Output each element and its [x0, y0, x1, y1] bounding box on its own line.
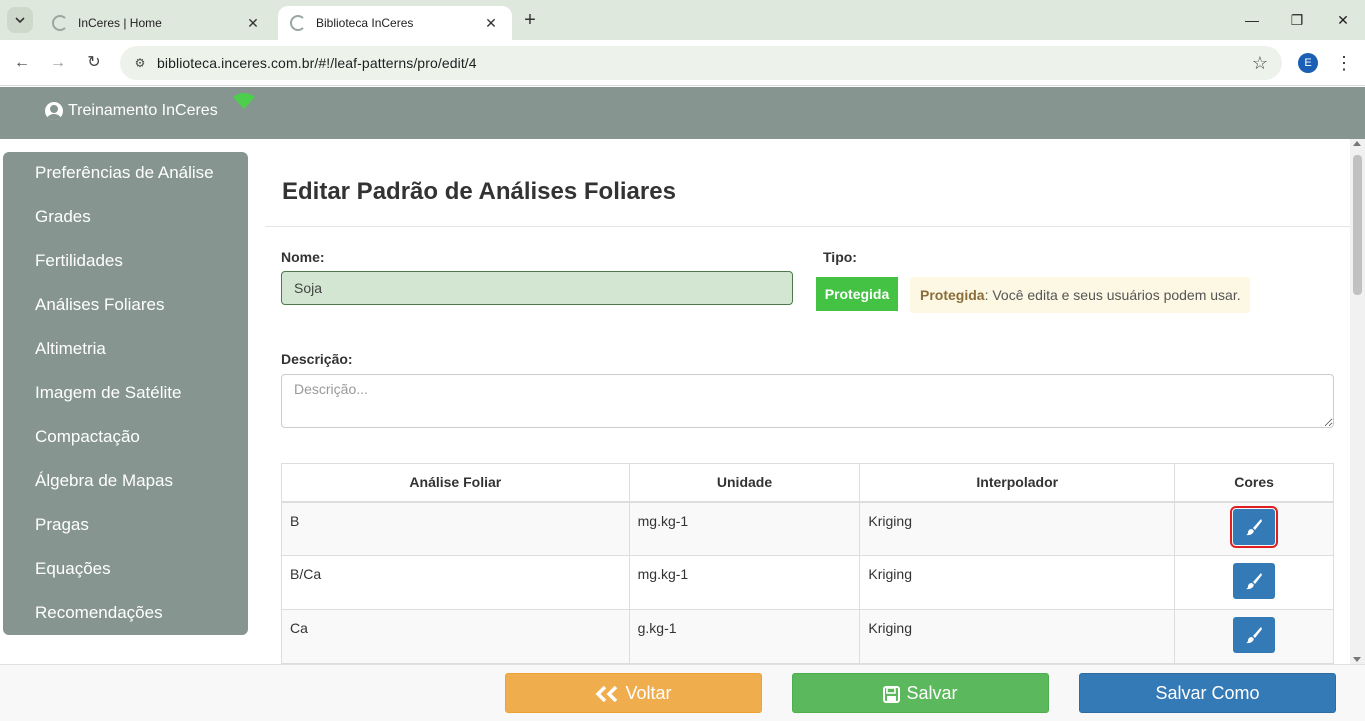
save-as-label: Salvar Como: [1155, 683, 1260, 703]
cell-cores: [1174, 501, 1334, 556]
tab-inceres-home[interactable]: InCeres | Home ✕: [40, 6, 274, 40]
cell-unidade: g.kg-1: [628, 609, 861, 664]
page-title: Editar Padrão de Análises Foliares: [282, 178, 676, 205]
page-scrollbar[interactable]: [1350, 139, 1365, 664]
header-cores: Cores: [1174, 463, 1334, 503]
save-button[interactable]: Salvar: [792, 673, 1049, 713]
sidebar-item-compactacao[interactable]: Compactação: [3, 416, 248, 460]
save-as-button[interactable]: Salvar Como: [1079, 673, 1336, 713]
floppy-icon: [883, 685, 901, 703]
sidebar-item-altimetria[interactable]: Altimetria: [3, 328, 248, 372]
address-bar-row: ← → ↻ ⚙ biblioteca.inceres.com.br/#!/lea…: [0, 40, 1365, 86]
header-interpolador: Interpolador: [859, 463, 1176, 503]
cell-cores: [1174, 555, 1334, 610]
sidebar-item-fertilidades[interactable]: Fertilidades: [3, 240, 248, 284]
colors-button[interactable]: [1233, 617, 1276, 653]
header-unidade: Unidade: [628, 463, 861, 503]
name-label: Nome:: [281, 249, 325, 265]
sidebar: Preferências de Análise Grades Fertilida…: [3, 152, 248, 635]
brush-icon: [1246, 519, 1263, 536]
restore-button[interactable]: ❐: [1285, 8, 1309, 32]
sidebar-item-imagem-satelite[interactable]: Imagem de Satélite: [3, 372, 248, 416]
back-label: Voltar: [625, 683, 672, 703]
title-divider: [265, 226, 1350, 227]
chevron-down-icon: [15, 17, 25, 23]
footer-actions: Voltar Salvar Salvar Como: [0, 664, 1365, 721]
loading-favicon-icon: [52, 15, 68, 31]
url-text[interactable]: biblioteca.inceres.com.br/#!/leaf-patter…: [157, 55, 477, 71]
type-label: Tipo:: [823, 249, 857, 265]
app-header: Treinamento InCeres: [0, 87, 1365, 139]
profile-avatar[interactable]: E: [1298, 53, 1318, 73]
tab-title: InCeres | Home: [78, 16, 162, 30]
user-menu[interactable]: Treinamento InCeres: [45, 102, 218, 120]
sidebar-item-recomendacoes[interactable]: Recomendações: [3, 592, 248, 636]
cell-analise: B/Ca: [281, 555, 630, 610]
forward-arrow-icon[interactable]: →: [47, 52, 69, 74]
table-row: B mg.kg-1 Kriging: [281, 501, 1334, 556]
sidebar-item-algebra-mapas[interactable]: Álgebra de Mapas: [3, 460, 248, 504]
description-label: Descrição:: [281, 351, 353, 367]
cell-interpolador: Kriging: [859, 555, 1176, 610]
window-close-button[interactable]: ✕: [1331, 8, 1355, 32]
brush-icon: [1246, 573, 1263, 590]
name-input[interactable]: Soja: [281, 271, 793, 305]
save-label: Salvar: [906, 683, 958, 703]
chevrons-left-icon: [596, 686, 618, 703]
reload-icon[interactable]: ↻: [83, 52, 105, 74]
site-settings-icon[interactable]: ⚙: [132, 55, 148, 71]
tab-search-button[interactable]: [7, 7, 33, 33]
user-icon: [45, 102, 63, 120]
wifi-icon: [233, 93, 255, 109]
main-content: Editar Padrão de Análises Foliares Nome:…: [265, 139, 1350, 664]
type-note: Protegida: Você edita e seus usuários po…: [910, 277, 1250, 313]
sidebar-item-preferencias[interactable]: Preferências de Análise: [3, 152, 248, 196]
cell-analise: B: [281, 501, 630, 556]
new-tab-button[interactable]: +: [519, 10, 541, 32]
sidebar-item-pragas[interactable]: Pragas: [3, 504, 248, 548]
star-icon[interactable]: ☆: [1252, 53, 1268, 74]
scroll-up-icon[interactable]: [1353, 141, 1361, 146]
cell-cores: [1174, 609, 1334, 664]
cell-interpolador: Kriging: [859, 609, 1176, 664]
description-textarea[interactable]: [281, 374, 1334, 428]
back-arrow-icon[interactable]: ←: [11, 52, 33, 74]
more-menu-icon[interactable]: ⋮: [1334, 52, 1354, 74]
table-header-row: Análise Foliar Unidade Interpolador Core…: [281, 463, 1334, 503]
type-protected-button[interactable]: Protegida: [816, 277, 898, 311]
tab-biblioteca[interactable]: Biblioteca InCeres ✕: [278, 6, 512, 40]
close-icon[interactable]: ✕: [482, 14, 500, 32]
table-row: Ca g.kg-1 Kriging: [281, 609, 1334, 664]
tab-title: Biblioteca InCeres: [316, 16, 414, 30]
cell-unidade: mg.kg-1: [628, 501, 861, 556]
sidebar-item-grades[interactable]: Grades: [3, 196, 248, 240]
minimize-button[interactable]: —: [1240, 8, 1264, 32]
colors-button[interactable]: [1233, 563, 1276, 599]
colors-button[interactable]: [1230, 506, 1279, 549]
user-name: Treinamento InCeres: [68, 102, 218, 119]
brush-icon: [1246, 627, 1263, 644]
type-note-bold: Protegida: [920, 287, 985, 303]
url-bar[interactable]: ⚙ biblioteca.inceres.com.br/#!/leaf-patt…: [120, 46, 1282, 80]
cell-analise: Ca: [281, 609, 630, 664]
scrollbar-thumb[interactable]: [1353, 155, 1362, 295]
type-note-text: : Você edita e seus usuários podem usar.: [984, 287, 1241, 303]
leaf-analysis-table: Análise Foliar Unidade Interpolador Core…: [281, 463, 1334, 664]
sidebar-item-equacoes[interactable]: Equações: [3, 548, 248, 592]
sidebar-item-analises-foliares[interactable]: Análises Foliares: [3, 284, 248, 328]
close-icon[interactable]: ✕: [244, 14, 262, 32]
table-row: B/Ca mg.kg-1 Kriging: [281, 555, 1334, 610]
scroll-down-icon[interactable]: [1353, 657, 1361, 662]
cell-interpolador: Kriging: [859, 501, 1176, 556]
loading-favicon-icon: [290, 15, 306, 31]
browser-tab-bar: InCeres | Home ✕ Biblioteca InCeres ✕ + …: [0, 0, 1365, 40]
back-button[interactable]: Voltar: [505, 673, 762, 713]
cell-unidade: mg.kg-1: [628, 555, 861, 610]
header-analise-foliar: Análise Foliar: [281, 463, 630, 503]
